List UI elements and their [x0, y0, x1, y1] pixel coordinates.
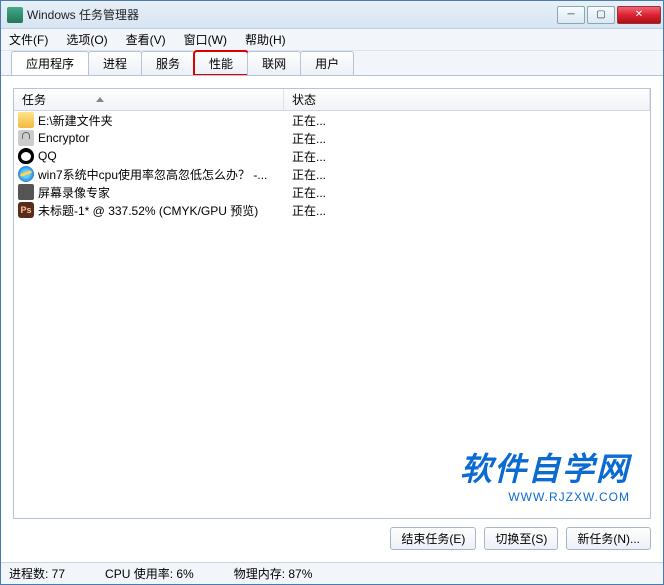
penguin-icon — [18, 148, 34, 164]
column-header-status[interactable]: 状态 — [284, 89, 650, 110]
switch-to-button[interactable]: 切换至(S) — [484, 527, 558, 550]
task-name: 未标题-1* @ 337.52% (CMYK/GPU 预览) — [38, 202, 258, 219]
ps-icon: Ps — [18, 202, 34, 218]
column-header-task[interactable]: 任务 — [14, 89, 284, 110]
status-cpu: CPU 使用率: 6% — [105, 565, 194, 582]
task-status: 正在... — [284, 202, 650, 219]
maximize-button[interactable]: ▢ — [587, 6, 615, 24]
column-status-label: 状态 — [292, 91, 316, 108]
tab-performance[interactable]: 性能 — [194, 51, 248, 75]
watermark-url: WWW.RJZXW.COM — [460, 490, 630, 504]
table-row[interactable]: E:\新建文件夹 正在... — [14, 111, 650, 129]
menu-windows[interactable]: 窗口(W) — [180, 29, 231, 50]
task-name: 屏幕录像专家 — [38, 184, 110, 201]
statusbar: 进程数: 77 CPU 使用率: 6% 物理内存: 87% — [1, 562, 663, 584]
watermark: 软件自学网 WWW.RJZXW.COM — [460, 444, 630, 504]
task-status: 正在... — [284, 184, 650, 201]
new-task-button[interactable]: 新任务(N)... — [566, 527, 651, 550]
minimize-button[interactable]: ─ — [557, 6, 585, 24]
task-status: 正在... — [284, 148, 650, 165]
tab-processes[interactable]: 进程 — [88, 51, 142, 75]
sort-ascending-icon — [96, 97, 104, 102]
table-row[interactable]: win7系统中cpu使用率忽高忽低怎么办？ -... 正在... — [14, 165, 650, 183]
menu-help[interactable]: 帮助(H) — [241, 29, 290, 50]
end-task-button[interactable]: 结束任务(E) — [390, 527, 476, 550]
table-row[interactable]: Ps未标题-1* @ 337.52% (CMYK/GPU 预览) 正在... — [14, 201, 650, 219]
task-name: win7系统中cpu使用率忽高忽低怎么办？ -... — [38, 166, 267, 183]
tab-services[interactable]: 服务 — [141, 51, 195, 75]
task-name: Encryptor — [38, 131, 89, 145]
table-row[interactable]: 屏幕录像专家 正在... — [14, 183, 650, 201]
list-rows: 软件自学网 WWW.RJZXW.COM E:\新建文件夹正在...Encrypt… — [14, 111, 650, 518]
list-header: 任务 状态 — [14, 89, 650, 111]
button-row: 结束任务(E) 切换至(S) 新任务(N)... — [13, 519, 651, 550]
close-button[interactable]: ✕ — [617, 6, 661, 24]
task-name: E:\新建文件夹 — [38, 112, 113, 129]
table-row[interactable]: QQ 正在... — [14, 147, 650, 165]
task-status: 正在... — [284, 166, 650, 183]
task-status: 正在... — [284, 130, 650, 147]
table-row[interactable]: Encryptor 正在... — [14, 129, 650, 147]
tab-applications[interactable]: 应用程序 — [11, 51, 89, 75]
task-manager-window: Windows 任务管理器 ─ ▢ ✕ 文件(F) 选项(O) 查看(V) 窗口… — [0, 0, 664, 585]
content-area: 任务 状态 软件自学网 WWW.RJZXW.COM E:\新建文件夹正在...E… — [1, 75, 663, 562]
menu-options[interactable]: 选项(O) — [62, 29, 111, 50]
lock-icon — [18, 130, 34, 146]
vid-icon — [18, 184, 34, 200]
ie-icon — [18, 166, 34, 182]
status-processes: 进程数: 77 — [9, 565, 65, 582]
watermark-title: 软件自学网 — [460, 444, 630, 490]
task-status: 正在... — [284, 112, 650, 129]
task-name: QQ — [38, 149, 57, 163]
window-title: Windows 任务管理器 — [27, 6, 557, 23]
menu-view[interactable]: 查看(V) — [122, 29, 170, 50]
tab-users[interactable]: 用户 — [300, 51, 354, 75]
app-icon — [7, 7, 23, 23]
tab-networking[interactable]: 联网 — [247, 51, 301, 75]
menubar: 文件(F) 选项(O) 查看(V) 窗口(W) 帮助(H) — [1, 29, 663, 51]
folder-icon — [18, 112, 34, 128]
titlebar[interactable]: Windows 任务管理器 ─ ▢ ✕ — [1, 1, 663, 29]
column-task-label: 任务 — [22, 91, 46, 108]
tab-strip: 应用程序 进程 服务 性能 联网 用户 — [1, 51, 663, 75]
menu-file[interactable]: 文件(F) — [5, 29, 52, 50]
status-memory: 物理内存: 87% — [234, 565, 313, 582]
applications-list: 任务 状态 软件自学网 WWW.RJZXW.COM E:\新建文件夹正在...E… — [13, 88, 651, 519]
